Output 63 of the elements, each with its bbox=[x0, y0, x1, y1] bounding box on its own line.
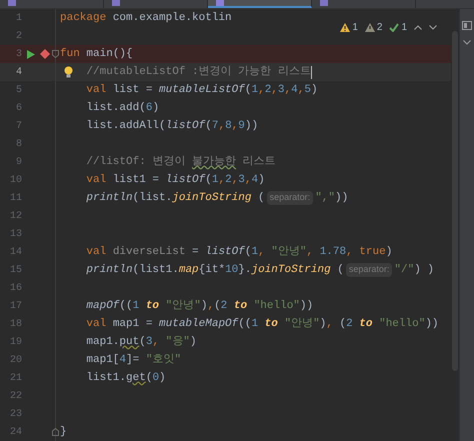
line-number: 15 bbox=[8, 264, 22, 278]
problem-count: 2 bbox=[376, 21, 382, 35]
line-number: 20 bbox=[8, 354, 22, 368]
line-number: 1 bbox=[14, 12, 22, 26]
line-number: 23 bbox=[8, 408, 22, 422]
code-line: } bbox=[60, 424, 67, 440]
line-number: 19 bbox=[8, 336, 22, 350]
problem-count: 1 bbox=[352, 21, 358, 35]
run-icon[interactable] bbox=[27, 50, 35, 58]
line-number: 6 bbox=[14, 102, 22, 116]
code-line: //mutableListOf :변경이 가능한 리스트 bbox=[85, 64, 312, 80]
code-line: println(list1.map{it*10}.joinToString ( separator: "/") ) bbox=[85, 262, 434, 278]
warning-icon bbox=[340, 23, 350, 32]
chevron-up-icon[interactable] bbox=[414, 25, 422, 30]
line-number: 7 bbox=[14, 120, 22, 134]
line-number: 22 bbox=[8, 390, 22, 404]
code-line: mapOf((1 to "안녕"),(2 to "hello")) bbox=[85, 298, 314, 314]
breakpoint-icon[interactable] bbox=[40, 49, 50, 59]
code-line: val diverseList = listOf(1, "안녕", 1.78, true) bbox=[85, 244, 392, 260]
warning-icon bbox=[364, 23, 375, 32]
line-number: 2 bbox=[14, 30, 22, 44]
fold-icon[interactable] bbox=[52, 50, 59, 58]
code-line: map1.put(3, "응") bbox=[85, 334, 196, 350]
code-line: val list1 = listOf(1,2,3,4) bbox=[85, 172, 265, 188]
line-number: 9 bbox=[14, 156, 22, 170]
code-line: list.add(6) bbox=[85, 100, 160, 116]
code-line: list.addAll(listOf(7,8,9)) bbox=[85, 118, 258, 134]
line-number: 12 bbox=[8, 210, 22, 224]
line-number: 21 bbox=[8, 372, 22, 386]
line-number: 18 bbox=[8, 318, 22, 332]
line-number: 13 bbox=[8, 228, 22, 242]
code-line: println(list.joinToString ( separator: ",")) bbox=[85, 190, 348, 206]
line-number: 8 bbox=[14, 138, 22, 152]
line-number: 10 bbox=[8, 174, 22, 188]
line-number: 3 bbox=[14, 48, 22, 62]
line-number: 17 bbox=[8, 300, 22, 314]
code-line: //listOf: 변경이 불가능한 리스트 bbox=[85, 154, 276, 170]
code-line: list1.get(0) bbox=[85, 370, 166, 386]
code-line: map1[4]= "호잇" bbox=[85, 352, 182, 368]
file-icon bbox=[112, 0, 120, 6]
chevron-down-icon[interactable] bbox=[429, 25, 437, 30]
scrollbar-thumb[interactable] bbox=[452, 31, 458, 371]
code-line: fun main(){ bbox=[60, 46, 133, 62]
line-number: 14 bbox=[8, 246, 22, 260]
panel-icon[interactable] bbox=[462, 21, 472, 30]
line-number: 5 bbox=[14, 84, 22, 98]
chevron-down-icon[interactable] bbox=[463, 40, 471, 45]
editor-tab[interactable] bbox=[208, 0, 312, 8]
line-number: 24 bbox=[8, 426, 22, 440]
code-line: val list = mutableListOf(1,2,3,4,5) bbox=[85, 82, 318, 98]
problem-count: 1 bbox=[401, 21, 407, 35]
lightbulb-icon[interactable] bbox=[64, 66, 73, 78]
code-line: val map1 = mutableMapOf((1 to "안녕"), (2 to "hello")) bbox=[85, 316, 439, 332]
inspection-widget[interactable]: 1 2 1 bbox=[340, 20, 437, 35]
fold-icon[interactable] bbox=[52, 428, 59, 436]
line-number: 4 bbox=[14, 66, 22, 80]
file-icon bbox=[8, 0, 16, 6]
check-icon bbox=[389, 23, 400, 32]
file-icon bbox=[320, 0, 328, 6]
line-number: 16 bbox=[8, 282, 22, 296]
line-number: 11 bbox=[8, 192, 22, 206]
code-line: package com.example.kotlin bbox=[60, 10, 232, 26]
file-icon bbox=[216, 0, 224, 6]
